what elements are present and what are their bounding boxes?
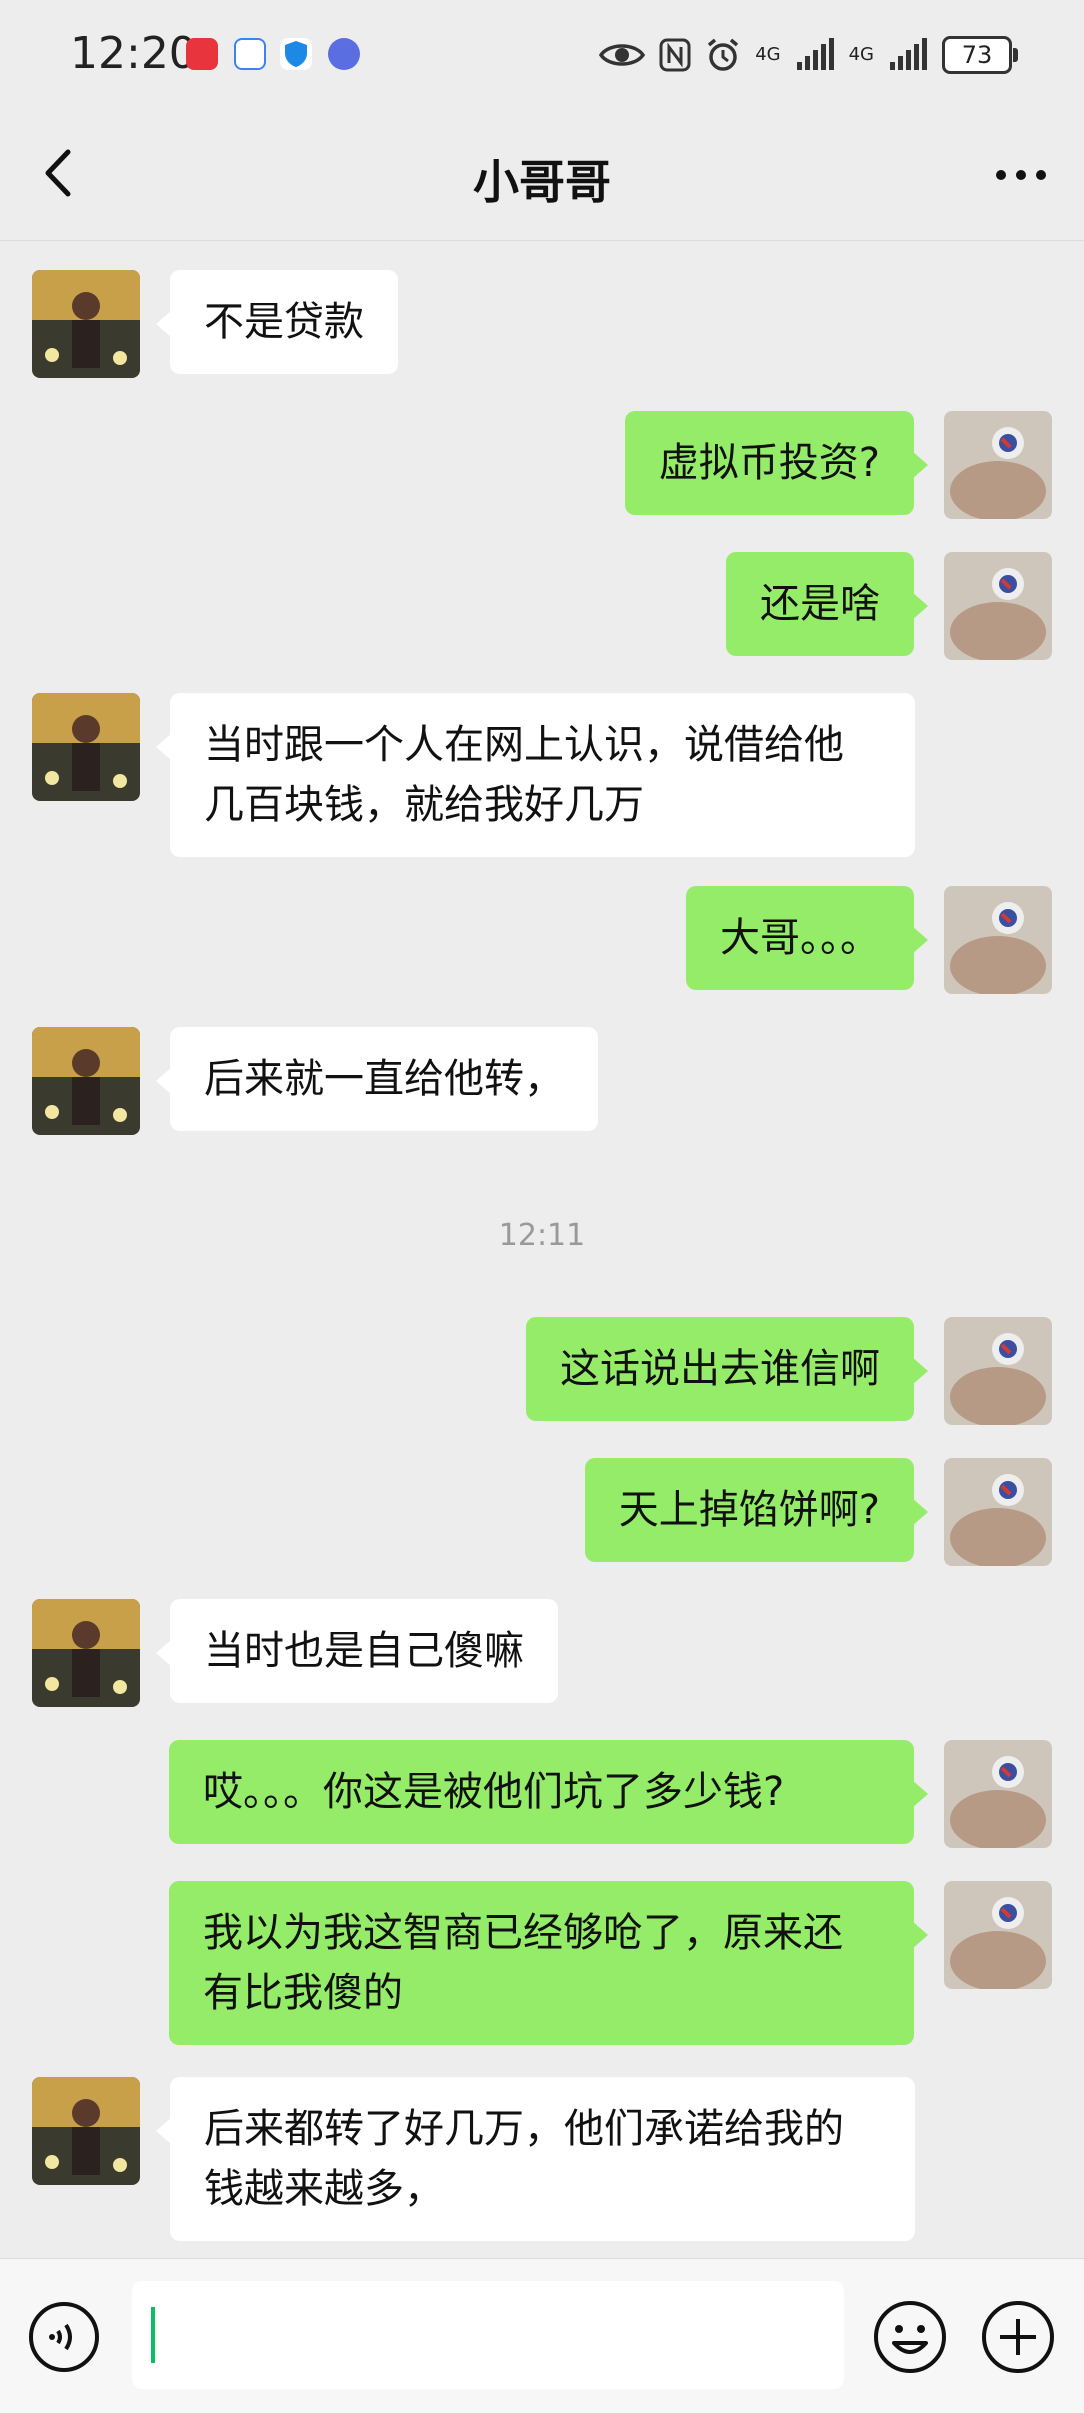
my-avatar[interactable] [944,886,1052,994]
huawei-store-icon [186,38,218,70]
battery-indicator: 73 [942,36,1018,74]
contact-avatar[interactable] [32,2077,140,2185]
my-avatar[interactable] [944,1458,1052,1566]
sent-message-bubble[interactable]: 虚拟币投资? [624,411,929,515]
plus-icon [982,2301,1054,2373]
alarm-icon [708,38,739,71]
my-avatar[interactable] [944,1317,1052,1425]
chat-header: 小哥哥 [0,110,1084,241]
contact-avatar[interactable] [32,693,140,801]
status-time: 12:20 [70,28,197,79]
eye-icon [599,44,646,66]
nfc-icon [659,38,691,72]
signal-icon [890,38,927,70]
battery-level: 73 [961,41,993,69]
received-message-bubble[interactable]: 当时跟一个人在网上认识，说借给他几百块钱，就给我好几万 [156,693,915,857]
my-avatar[interactable] [944,411,1052,519]
sent-message-bubble[interactable]: 还是啥 [726,552,928,656]
my-avatar[interactable] [944,552,1052,660]
shield-app-icon [280,38,312,70]
network-label-1: 4G [755,44,781,65]
sent-message-bubble[interactable]: 我以为我这智商已经够呛了，原来还有比我傻的 [169,1881,928,2045]
received-message-bubble[interactable]: 后来就一直给他转， [156,1027,598,1131]
status-bar: 12:20 4G 4G 73 [0,0,1084,110]
chat-title: 小哥哥 [473,155,611,209]
more-dots-icon [996,170,1046,180]
input-bar [0,2258,1084,2413]
contact-avatar[interactable] [32,1599,140,1707]
contact-avatar[interactable] [32,1027,140,1135]
chat-app-icon [234,38,266,70]
received-message-bubble[interactable]: 不是贷款 [156,270,398,374]
more-options-button[interactable] [986,140,1056,210]
emoji-icon [874,2301,946,2373]
my-avatar[interactable] [944,1740,1052,1848]
sent-message-bubble[interactable]: 天上掉馅饼啊? [584,1458,929,1562]
message-list[interactable]: 不是贷款 虚拟币投资? 还是啥 当时跟一个人在网上认识，说借给他几百块钱，就给我… [0,241,1084,2257]
message-timestamp: 12:11 [498,1218,586,1253]
voice-button[interactable] [28,2301,100,2373]
music-app-icon [328,38,360,70]
sent-message-bubble[interactable]: 哎。。。你这是被他们坑了多少钱? [169,1740,928,1844]
sent-message-bubble[interactable]: 这话说出去谁信啊 [526,1317,928,1421]
more-functions-button[interactable] [980,2299,1056,2375]
status-indicators: 4G 4G 73 [599,30,1018,80]
my-avatar[interactable] [944,1881,1052,1989]
received-message-bubble[interactable]: 后来都转了好几万，他们承诺给我的钱越来越多， [156,2077,915,2241]
message-input[interactable] [132,2281,844,2389]
network-label-2: 4G [848,44,874,65]
sent-message-bubble[interactable]: 大哥。。。 [686,886,928,990]
received-message-bubble[interactable]: 当时也是自己傻嘛 [156,1599,558,1703]
emoji-button[interactable] [872,2299,948,2375]
text-caret [151,2307,155,2363]
voice-icon [29,2302,99,2372]
signal-icon [796,38,834,70]
contact-avatar[interactable] [32,270,140,378]
